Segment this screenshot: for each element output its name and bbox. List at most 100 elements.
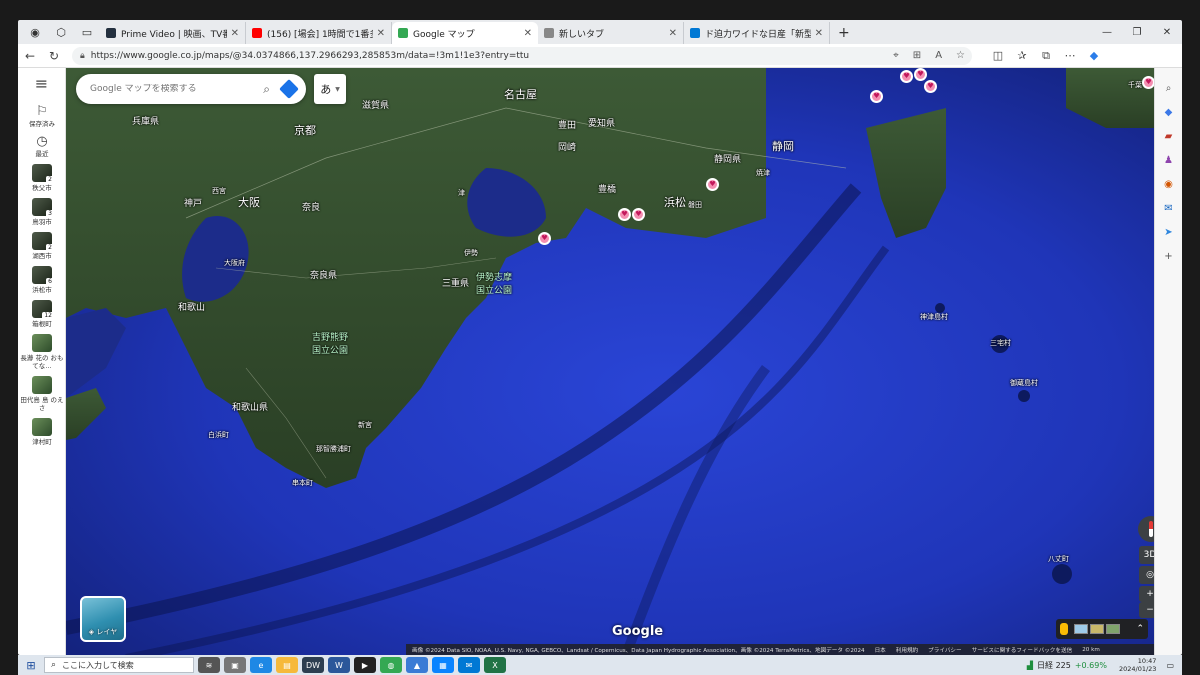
3d-toggle-button[interactable]: 3D xyxy=(1139,546,1154,564)
saved-place-pin[interactable]: ♥ xyxy=(538,232,551,245)
windows-start-icon[interactable]: ⊞ xyxy=(18,659,44,672)
saved-place-pin[interactable]: ♥ xyxy=(914,68,927,81)
task-view-icon[interactable]: ▣ xyxy=(224,657,246,673)
label-ise[interactable]: 伊勢 xyxy=(464,248,478,258)
label-toyohashi[interactable]: 豊橋 xyxy=(598,182,616,195)
label-shizuoka-pref[interactable]: 静岡県 xyxy=(714,152,741,165)
toolbox-icon[interactable]: ▰ xyxy=(1161,128,1177,144)
edge-icon[interactable]: e xyxy=(250,657,272,673)
label-kushimoto[interactable]: 串本町 xyxy=(292,478,313,488)
label-nachi[interactable]: 那智勝浦町 xyxy=(316,444,351,454)
copilot-icon[interactable]: ◆ xyxy=(1082,49,1106,63)
label-tsu[interactable]: 津 xyxy=(458,188,465,198)
send-icon[interactable]: ➤ xyxy=(1161,224,1177,240)
label-toyota[interactable]: 豊田 xyxy=(558,118,576,131)
chevron-up-icon[interactable]: ⌃ xyxy=(1136,624,1144,634)
close-icon[interactable]: ✕ xyxy=(377,28,385,39)
close-icon[interactable]: ✕ xyxy=(524,28,532,39)
tab-actions-icon[interactable]: ▭ xyxy=(78,23,96,41)
label-nagoya[interactable]: 名古屋 xyxy=(504,86,537,102)
outlook-icon[interactable]: ✉ xyxy=(1161,200,1177,216)
stock-chart-icon[interactable]: ▟ xyxy=(1027,661,1033,670)
label-kobe[interactable]: 神戸 xyxy=(184,196,202,209)
notification-icon[interactable]: ▭ xyxy=(1166,661,1174,670)
recent-button[interactable]: ◷ 最近 xyxy=(18,134,66,158)
region-link[interactable]: 日本 xyxy=(875,646,886,654)
feedback-link[interactable]: サービスに関するフィードバックを送信 xyxy=(972,646,1073,654)
saved-place-pin[interactable]: ♥ xyxy=(900,70,913,83)
pegman-icon[interactable] xyxy=(1060,623,1068,635)
label-ise-park[interactable]: 伊勢志摩 国立公園 xyxy=(476,270,512,296)
tab-nissan-gtr[interactable]: ド迫力ワイドな日産「新型GT-R」初 ✕ xyxy=(684,22,830,44)
label-iwata[interactable]: 磐田 xyxy=(688,200,702,210)
label-hyogo[interactable]: 兵庫県 xyxy=(132,114,159,127)
my-location-button[interactable]: ◎ xyxy=(1139,566,1154,584)
search-icon[interactable]: ⌕ xyxy=(1161,80,1177,96)
label-nara-pref[interactable]: 奈良県 xyxy=(310,268,337,281)
label-chiba[interactable]: 千葉 xyxy=(1128,80,1142,90)
collections-icon[interactable]: ⧉ xyxy=(1034,49,1058,63)
label-shingu[interactable]: 新宮 xyxy=(358,420,372,430)
maps-search-box[interactable]: ⌕ xyxy=(76,74,306,104)
zoom-in-button[interactable]: + xyxy=(1139,586,1154,602)
read-aloud-icon[interactable]: A xyxy=(935,50,942,61)
office-icon[interactable]: ◉ xyxy=(1161,176,1177,192)
menu-icon[interactable]: ≡ xyxy=(18,68,65,98)
favorites-icon[interactable]: ✰ xyxy=(1010,49,1034,63)
label-wakayama[interactable]: 和歌山 xyxy=(178,300,205,313)
map-canvas[interactable]: 名古屋 豊田 愛知県 岡崎 豊橋 浜松 静岡県 静岡 磐田 焼津 京都 滋賀県 … xyxy=(66,68,1154,655)
label-wakayama-pref[interactable]: 和歌山県 xyxy=(232,400,268,413)
profile-icon[interactable]: ◉ xyxy=(26,23,44,41)
label-yaizu[interactable]: 焼津 xyxy=(756,168,770,178)
folder-icon[interactable]: ▤ xyxy=(276,657,298,673)
map-type-thumbnail[interactable] xyxy=(1074,624,1088,634)
location-icon[interactable]: ⌖ xyxy=(893,50,899,61)
directions-icon[interactable] xyxy=(279,79,299,99)
recent-place-item[interactable]: 津村町 xyxy=(18,418,66,446)
label-osaka-pref[interactable]: 大阪府 xyxy=(224,258,245,268)
saved-place-pin[interactable]: ♥ xyxy=(924,80,937,93)
tag-icon[interactable]: ◆ xyxy=(1161,104,1177,120)
close-icon[interactable]: ✕ xyxy=(815,28,823,39)
person-icon[interactable]: ♟ xyxy=(1161,152,1177,168)
clock[interactable]: 10:47 2024/01/23 xyxy=(1119,657,1156,673)
terms-link[interactable]: 利用規約 xyxy=(896,646,918,654)
label-mie[interactable]: 三重県 xyxy=(442,276,469,289)
recent-place-item[interactable]: 2 秩父市 xyxy=(18,164,66,192)
ime-mode-button[interactable]: あ ▼ xyxy=(314,74,346,104)
label-shizuoka[interactable]: 静岡 xyxy=(772,138,794,154)
label-kyoto[interactable]: 京都 xyxy=(294,122,316,138)
refresh-icon[interactable]: ↻ xyxy=(42,49,66,63)
map-type-thumbnail[interactable] xyxy=(1106,624,1120,634)
saved-button[interactable]: ⚐ 保存済み xyxy=(18,104,66,128)
lock-icon[interactable]: 🔒︎ xyxy=(80,51,85,61)
saved-place-pin[interactable]: ♥ xyxy=(618,208,631,221)
url-field[interactable]: 🔒︎ https://www.google.co.jp/maps/@34.037… xyxy=(72,46,972,65)
more-icon[interactable]: ⋯ xyxy=(1058,49,1082,63)
label-kozushima[interactable]: 神津島村 xyxy=(920,312,948,322)
close-icon[interactable]: ✕ xyxy=(231,28,239,39)
saved-place-pin[interactable]: ♥ xyxy=(870,90,883,103)
recent-place-item[interactable]: 2 湖西市 xyxy=(18,232,66,260)
label-yoshino-park[interactable]: 吉野熊野 国立公園 xyxy=(312,330,348,356)
label-miyake[interactable]: 三宅村 xyxy=(990,338,1011,348)
restore-icon[interactable]: ❐ xyxy=(1122,27,1152,38)
tab-google-maps[interactable]: Google マップ ✕ xyxy=(392,22,538,44)
saved-place-pin[interactable]: ♥ xyxy=(1142,76,1154,89)
label-nishinomiya[interactable]: 西宮 xyxy=(212,186,226,196)
saved-place-pin[interactable]: ♥ xyxy=(632,208,645,221)
media-player-icon[interactable]: ▶ xyxy=(354,657,376,673)
word-icon[interactable]: W xyxy=(328,657,350,673)
back-icon[interactable]: ← xyxy=(18,49,42,63)
minimize-icon[interactable]: — xyxy=(1092,27,1122,38)
label-aichi[interactable]: 愛知県 xyxy=(588,116,615,129)
recent-place-item[interactable]: 田代島 島 のえさ xyxy=(18,376,66,412)
store-icon[interactable]: ▦ xyxy=(432,657,454,673)
label-hamamatsu[interactable]: 浜松 xyxy=(664,194,686,210)
split-screen-icon[interactable]: ◫ xyxy=(986,49,1010,63)
layers-button[interactable]: ◈ レイヤ xyxy=(80,596,126,642)
recent-place-item[interactable]: 6 浜松市 xyxy=(18,266,66,294)
label-shirahama[interactable]: 白浜町 xyxy=(208,430,229,440)
map-type-thumbnail[interactable] xyxy=(1090,624,1104,634)
label-osaka[interactable]: 大阪 xyxy=(238,194,260,210)
